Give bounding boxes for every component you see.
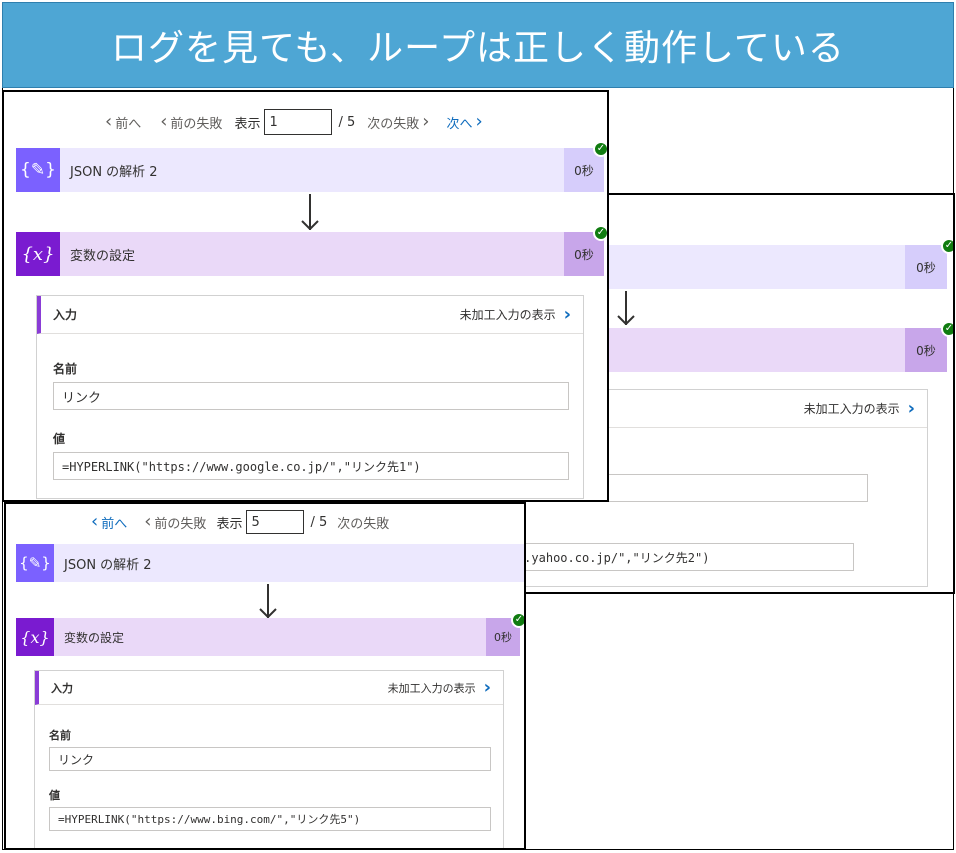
success-check-icon: ✓: [941, 238, 953, 254]
json-parse-card[interactable]: {✎} JSON の解析 2 0秒: [16, 148, 604, 192]
name-label: 名前: [49, 729, 71, 742]
prev-failure-button[interactable]: ‹ 前の失敗: [141, 513, 206, 532]
inputs-section: 入力 未加工入力の表示 › 名前 リンク 値 =HYPERLINK("https…: [34, 670, 504, 848]
chevron-right-icon: ›: [483, 677, 491, 698]
next-label: 次へ: [446, 116, 473, 132]
flow-arrow: [258, 584, 278, 620]
pager: ‹ 前へ ‹ 前の失敗 表示 / 5 次の失敗: [88, 508, 389, 536]
page-total: / 5: [338, 114, 356, 130]
name-label: 名前: [53, 362, 78, 376]
braces-pen-icon: {✎}: [16, 544, 54, 582]
flow-arrow: [300, 194, 320, 232]
run-panel-1: ‹ 前へ ‹ 前の失敗 表示 / 5 次の失敗 › 次へ › {✎} JSON …: [2, 90, 609, 502]
show-label: 表示: [234, 116, 261, 132]
braces-pen-icon: {✎}: [16, 148, 60, 192]
set-variable-title: 変数の設定: [70, 248, 136, 264]
value-label: 値: [49, 789, 60, 802]
name-field[interactable]: リンク: [53, 382, 569, 410]
chevron-right-icon: ›: [475, 111, 483, 132]
prev-failure-label: 前の失敗: [170, 116, 223, 132]
show-raw-inputs-link[interactable]: 未加工入力の表示 ›: [388, 677, 491, 698]
run-panel-5: ‹ 前へ ‹ 前の失敗 表示 / 5 次の失敗 {✎} JSON の解析 2 {…: [4, 502, 526, 850]
variable-x-icon: {x}: [16, 232, 60, 276]
success-check-icon: ✓: [593, 225, 607, 241]
chevron-left-icon: ‹: [105, 111, 113, 132]
page-input[interactable]: [264, 109, 333, 135]
next-failure-label: 次の失敗: [367, 116, 420, 132]
json-parse-card[interactable]: {✎} JSON の解析 2: [16, 544, 524, 582]
show-raw-inputs-link[interactable]: 未加工入力の表示 ›: [804, 398, 915, 419]
json-parse-title: JSON の解析 2: [64, 557, 152, 573]
duration-badge: 0秒: [905, 328, 947, 372]
value-label: 値: [53, 432, 66, 446]
next-failure-button[interactable]: 次の失敗: [337, 513, 389, 532]
prev-failure-button[interactable]: ‹ 前の失敗: [157, 113, 222, 132]
banner-title: ログを見ても、ループは正しく動作している: [111, 28, 845, 69]
variable-x-icon: {x}: [16, 618, 54, 656]
pager: ‹ 前へ ‹ 前の失敗 表示 / 5 次の失敗 › 次へ ›: [102, 108, 486, 136]
inputs-header: 入力 未加工入力の表示 ›: [35, 671, 503, 705]
page-total: / 5: [310, 514, 328, 530]
prev-button[interactable]: ‹ 前へ: [88, 513, 127, 532]
success-check-icon: ✓: [593, 141, 607, 157]
json-parse-title: JSON の解析 2: [70, 164, 158, 180]
prev-label: 前へ: [101, 516, 128, 532]
value-field[interactable]: =HYPERLINK("https://www.bing.com/","リンク先…: [49, 807, 491, 831]
chevron-left-icon: ‹: [91, 511, 99, 532]
prev-label: 前へ: [115, 116, 142, 132]
chevron-right-icon: ›: [563, 304, 571, 325]
set-variable-title: 変数の設定: [64, 630, 125, 645]
next-failure-button[interactable]: 次の失敗 ›: [367, 113, 432, 132]
chevron-right-icon: ›: [907, 398, 915, 419]
success-check-icon: ✓: [941, 321, 953, 337]
prev-button[interactable]: ‹ 前へ: [102, 113, 141, 132]
duration-badge: 0秒: [905, 245, 947, 289]
inputs-label: 入力: [53, 308, 78, 322]
set-variable-card[interactable]: {x} 変数の設定 0秒: [16, 618, 520, 656]
inputs-header: 入力 未加工入力の表示 ›: [37, 296, 583, 334]
page-input[interactable]: [246, 510, 305, 534]
name-field[interactable]: リンク: [49, 747, 491, 771]
next-failure-label: 次の失敗: [337, 516, 390, 532]
show-raw-inputs-link[interactable]: 未加工入力の表示 ›: [460, 304, 571, 325]
chevron-left-icon: ‹: [160, 111, 168, 132]
set-variable-card[interactable]: {x} 変数の設定 0秒: [16, 232, 604, 276]
flow-arrow: [616, 291, 636, 327]
inputs-section: 入力 未加工入力の表示 › 名前 リンク 値 =HYPERLINK("https…: [36, 295, 584, 499]
success-check-icon: ✓: [511, 612, 524, 628]
prev-failure-label: 前の失敗: [154, 516, 207, 532]
next-button[interactable]: 次へ ›: [446, 113, 485, 132]
title-banner: ログを見ても、ループは正しく動作している: [2, 2, 954, 88]
chevron-left-icon: ‹: [144, 511, 152, 532]
show-label: 表示: [216, 516, 243, 532]
inputs-label: 入力: [51, 681, 73, 695]
chevron-right-icon: ›: [422, 111, 430, 132]
value-field[interactable]: =HYPERLINK("https://www.google.co.jp/","…: [53, 452, 569, 480]
